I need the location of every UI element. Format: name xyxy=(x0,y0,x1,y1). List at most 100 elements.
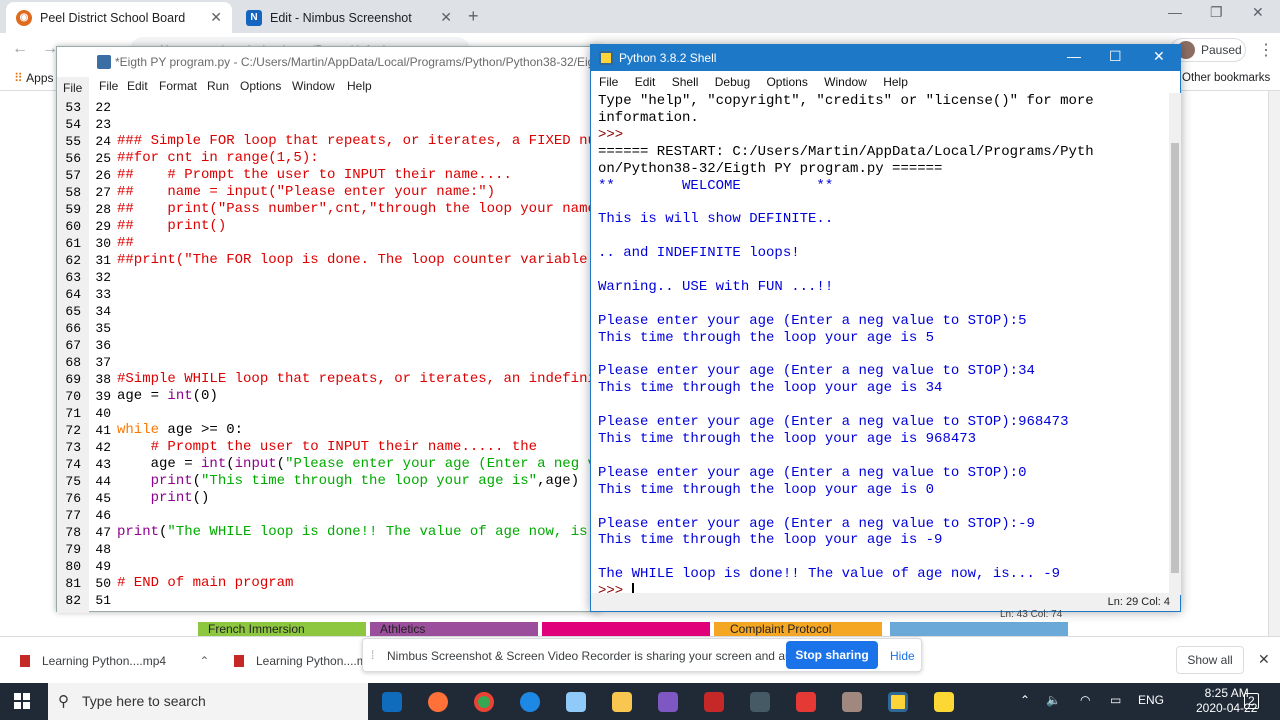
volume-icon[interactable]: 🔈 xyxy=(1046,693,1061,707)
tab-peel-district[interactable]: ◉ Peel District School Board ✕ xyxy=(6,2,232,33)
other-bookmarks[interactable]: Other bookmarks xyxy=(1182,72,1270,84)
shell-scrollbar[interactable] xyxy=(1169,93,1181,595)
battery-icon[interactable]: ▭ xyxy=(1110,693,1121,707)
code-line[interactable]: 74 43 age = int(input("Please enter your … xyxy=(57,456,602,473)
show-all-button[interactable]: Show all xyxy=(1176,646,1244,674)
page-link-magenta[interactable] xyxy=(542,622,710,636)
outlook-icon[interactable] xyxy=(382,692,402,712)
editor-code-area[interactable]: 53 22 54 23 55 24 ### Simple FOR loop that rep… xyxy=(57,99,602,611)
back-arrow-icon[interactable]: ← xyxy=(12,40,28,58)
download-item-2[interactable]: Learning Python....mi xyxy=(234,654,369,668)
photos-icon[interactable] xyxy=(658,692,678,712)
restore-icon[interactable]: ❐ xyxy=(1210,4,1223,21)
stop-sharing-button[interactable]: Stop sharing xyxy=(786,641,878,669)
code-line[interactable]: 58 27 ## name = input("Please enter your n… xyxy=(57,184,602,201)
menu-shell[interactable]: Shell xyxy=(672,75,699,89)
minimize-icon[interactable]: — xyxy=(1067,48,1081,64)
language-indicator[interactable]: ENG xyxy=(1138,693,1164,707)
code-line[interactable]: 79 48 xyxy=(57,541,602,558)
code-line[interactable]: 77 46 xyxy=(57,507,602,524)
menu-edit[interactable]: Edit xyxy=(127,79,148,93)
help-icon[interactable] xyxy=(934,692,954,712)
menu-options[interactable]: Options xyxy=(766,75,807,89)
notification-count[interactable]: 2 xyxy=(1244,693,1259,709)
menu-run[interactable]: Run xyxy=(207,79,229,93)
code-line[interactable]: 78 47 print("The WHILE loop is done!! The … xyxy=(57,524,602,541)
code-line[interactable]: 69 38 #Simple WHILE loop that repeats, or … xyxy=(57,371,602,388)
minimize-icon[interactable]: — xyxy=(1168,4,1182,20)
outer-menu-file[interactable]: File xyxy=(63,81,82,95)
apps-shortcut[interactable]: ⠿ Apps xyxy=(14,71,54,85)
chevron-up-icon[interactable]: ⌃ xyxy=(199,654,209,668)
code-line[interactable]: 72 41 while age >= 0: xyxy=(57,422,602,439)
close-icon[interactable]: ✕ xyxy=(1153,48,1165,65)
code-line[interactable]: 82 51 xyxy=(57,592,602,609)
code-line[interactable]: 75 44 print("This time through the loop y… xyxy=(57,473,602,490)
hide-button[interactable]: Hide xyxy=(890,649,915,663)
python-idle-icon[interactable] xyxy=(888,692,908,712)
menu-format[interactable]: Format xyxy=(159,79,197,93)
tab-nimbus-edit[interactable]: N Edit - Nimbus Screenshot ✕ xyxy=(236,2,462,33)
snip-tool-icon[interactable] xyxy=(704,692,724,712)
calculator-icon[interactable] xyxy=(750,692,770,712)
code-line[interactable]: 61 30 ## xyxy=(57,235,602,252)
menu-debug[interactable]: Debug xyxy=(715,75,750,89)
download-item-1[interactable]: Learning Python....mp4 ⌃ xyxy=(20,654,209,668)
chrome-icon[interactable] xyxy=(474,692,494,712)
close-window-icon[interactable]: ✕ xyxy=(1252,4,1264,21)
code-line[interactable]: 53 22 xyxy=(57,99,602,116)
profile-button[interactable]: Paused xyxy=(1170,38,1246,62)
menu-help[interactable]: Help xyxy=(883,75,908,89)
page-link-athletics[interactable]: Athletics xyxy=(370,622,538,636)
code-line[interactable]: 55 24 ### Simple FOR loop that repeats, or… xyxy=(57,133,602,150)
code-line[interactable]: 73 42 # Prompt the user to INPUT their na… xyxy=(57,439,602,456)
code-line[interactable]: 62 31 ##print("The FOR loop is done. The l… xyxy=(57,252,602,269)
code-line[interactable]: 66 35 xyxy=(57,320,602,337)
page-link-complaint[interactable]: Complaint Protocol xyxy=(714,622,882,636)
code-line[interactable]: 54 23 xyxy=(57,116,602,133)
scrollbar-thumb[interactable] xyxy=(1171,143,1179,573)
code-line[interactable]: 80 49 xyxy=(57,558,602,575)
code-line[interactable]: 63 32 xyxy=(57,269,602,286)
app-icon[interactable] xyxy=(842,692,862,712)
code-line[interactable]: 57 26 ## # Prompt the user to INPUT their … xyxy=(57,167,602,184)
code-line[interactable]: 70 39 age = int(0) xyxy=(57,388,602,405)
media-icon[interactable] xyxy=(796,692,816,712)
kebab-menu-icon[interactable]: ⋮ xyxy=(1258,40,1274,60)
chevron-up-icon[interactable]: ⌃ xyxy=(1020,693,1030,707)
close-download-bar-icon[interactable]: ✕ xyxy=(1258,651,1270,668)
code-line[interactable]: 68 37 xyxy=(57,354,602,371)
file-explorer-icon[interactable] xyxy=(612,692,632,712)
new-tab-icon[interactable]: + xyxy=(468,6,479,27)
edge-icon[interactable] xyxy=(520,692,540,712)
menu-file[interactable]: File xyxy=(99,79,118,93)
menu-options[interactable]: Options xyxy=(240,79,281,93)
menu-window[interactable]: Window xyxy=(292,79,335,93)
maximize-icon[interactable]: ☐ xyxy=(1109,48,1122,65)
page-link-transport[interactable] xyxy=(890,622,1068,636)
code-line[interactable]: 65 34 xyxy=(57,303,602,320)
taskbar-search-box[interactable]: ⚲ Type here to search xyxy=(48,683,368,720)
close-tab-icon[interactable]: ✕ xyxy=(440,9,452,26)
menu-help[interactable]: Help xyxy=(347,79,372,93)
code-line[interactable]: 76 45 print() xyxy=(57,490,602,507)
menu-edit[interactable]: Edit xyxy=(635,75,656,89)
firefox-icon[interactable] xyxy=(428,692,448,712)
wifi-icon[interactable]: ◠ xyxy=(1080,693,1090,707)
code-line[interactable]: 81 50 # END of main program xyxy=(57,575,602,592)
windows-start-icon[interactable] xyxy=(14,693,30,709)
menu-window[interactable]: Window xyxy=(824,75,867,89)
shell-output-area[interactable]: Type "help", "copyright", "credits" or "… xyxy=(591,93,1169,595)
close-tab-icon[interactable]: ✕ xyxy=(210,9,222,26)
drag-handle-icon[interactable]: ⁞ xyxy=(371,648,374,662)
notepad-icon[interactable] xyxy=(566,692,586,712)
page-link-french[interactable]: French Immersion xyxy=(198,622,366,636)
code-line[interactable]: 67 36 xyxy=(57,337,602,354)
page-scrollbar[interactable] xyxy=(1268,91,1280,636)
code-line[interactable]: 56 25 ##for cnt in range(1,5): xyxy=(57,150,602,167)
code-line[interactable]: 71 40 xyxy=(57,405,602,422)
code-line[interactable]: 59 28 ## print("Pass number",cnt,"through … xyxy=(57,201,602,218)
code-line[interactable]: 64 33 xyxy=(57,286,602,303)
menu-file[interactable]: File xyxy=(599,75,618,89)
code-line[interactable]: 60 29 ## print() xyxy=(57,218,602,235)
